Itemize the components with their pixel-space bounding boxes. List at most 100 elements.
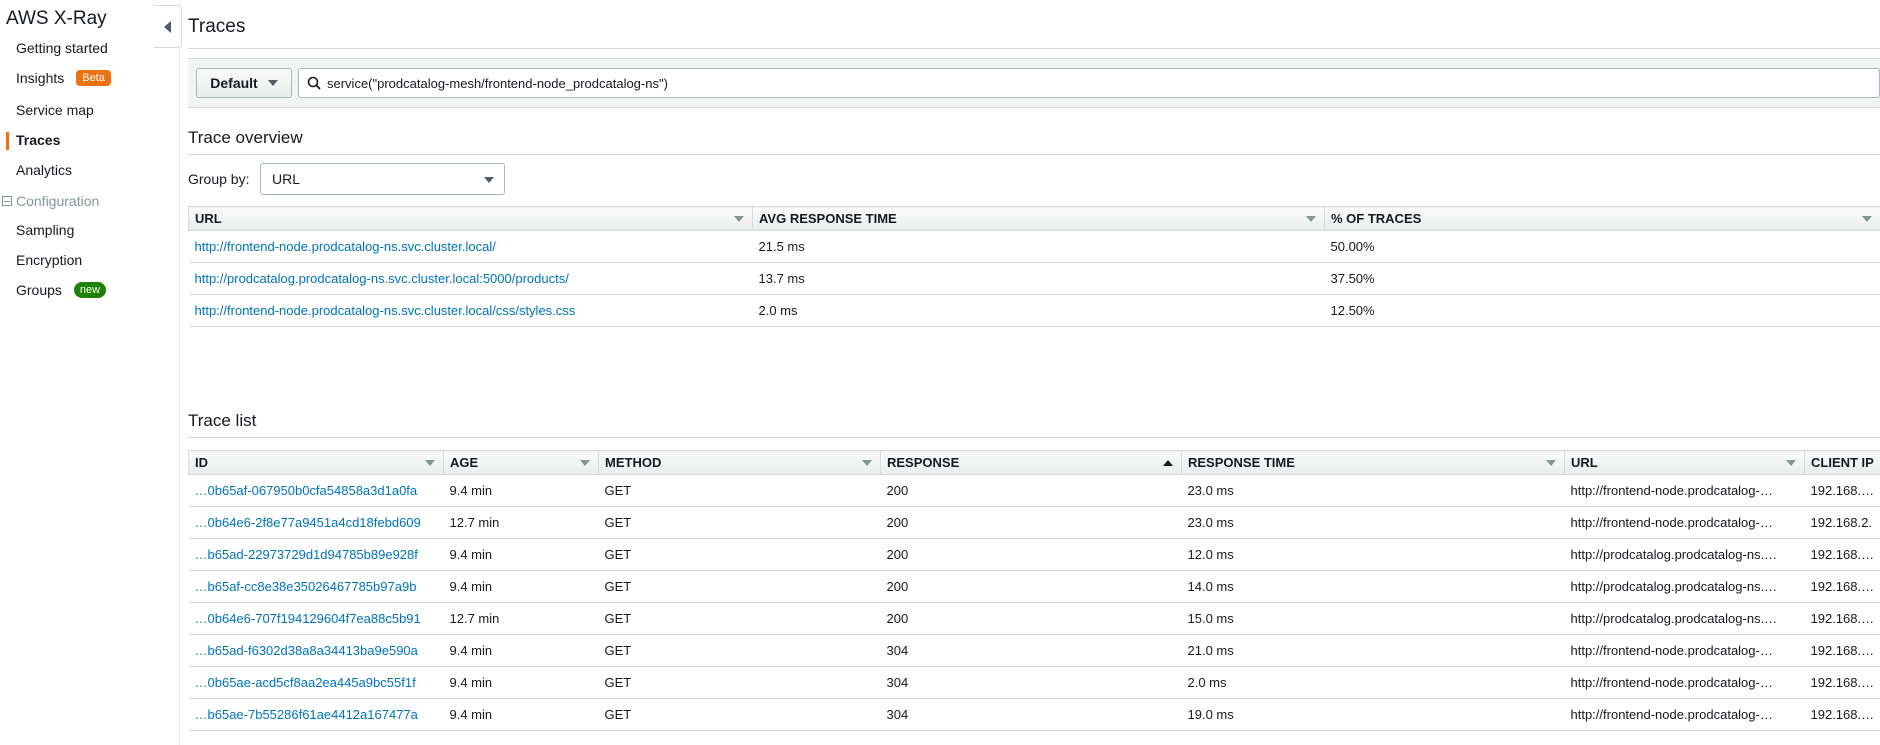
url: http://frontend-node.prodcatalog-… bbox=[1564, 506, 1805, 539]
method: GET bbox=[598, 634, 881, 667]
response-time: 19.0 ms bbox=[1181, 698, 1565, 731]
trace-overview-title: Trace overview bbox=[188, 128, 303, 147]
response: 200 bbox=[880, 570, 1182, 603]
sidebar-item-label: Service map bbox=[16, 102, 94, 118]
url-link[interactable]: http://frontend-node.prodcatalog-ns.svc.… bbox=[195, 303, 576, 318]
client-ip: 192.168.41 bbox=[1804, 570, 1880, 603]
url: http://prodcatalog.prodcatalog-ns.… bbox=[1564, 602, 1805, 635]
filter-expression-box[interactable] bbox=[298, 68, 1880, 98]
divider bbox=[188, 437, 1880, 438]
table-row: …b65af-cc8e38e35026467785b97a9b 9.4 min GE… bbox=[188, 570, 1880, 603]
sidebar-item-sampling[interactable]: Sampling bbox=[16, 222, 74, 238]
column-header-response-time[interactable]: RESPONSE TIME bbox=[1181, 450, 1565, 475]
filter-bar: Default bbox=[188, 58, 1880, 108]
table-row: …0b65ae-acd5cf8aa2ea445a9bc55f1f 9.4 min G… bbox=[188, 666, 1880, 699]
avg-response-time: 2.0 ms bbox=[752, 294, 1325, 327]
sidebar-item-getting-started[interactable]: Getting started bbox=[16, 40, 108, 56]
client-ip: 192.168.41 bbox=[1804, 602, 1880, 635]
sort-icon[interactable] bbox=[1306, 216, 1316, 222]
age: 9.4 min bbox=[443, 666, 599, 699]
group-dropdown-button[interactable]: Default bbox=[196, 68, 292, 98]
method: GET bbox=[598, 602, 881, 635]
client-ip: 192.168.2. bbox=[1804, 506, 1880, 539]
client-ip: 192.168.80 bbox=[1804, 474, 1880, 507]
client-ip: 192.168.80 bbox=[1804, 666, 1880, 699]
sidebar-item-label: Groups bbox=[16, 282, 62, 298]
table-header-row: ID AGE METHOD RESPONSE RESPONSE TIME URL… bbox=[188, 450, 1880, 475]
caret-down-icon bbox=[267, 80, 278, 86]
table-header-row: URL AVG RESPONSE TIME % OF TRACES bbox=[188, 206, 1880, 231]
method: GET bbox=[598, 698, 881, 731]
sidebar: AWS X-Ray Getting started Insights Beta … bbox=[0, 0, 180, 745]
trace-id-link[interactable]: …0b64e6-707f194129604f7ea88c5b91 bbox=[195, 611, 421, 626]
table-row: …0b65af-067950b0cfa54858a3d1a0fa 9.4 min G… bbox=[188, 474, 1880, 507]
trace-overview-table: URL AVG RESPONSE TIME % OF TRACES http:/… bbox=[188, 206, 1880, 327]
response-time: 2.0 ms bbox=[1181, 666, 1565, 699]
response-time: 23.0 ms bbox=[1181, 506, 1565, 539]
response: 200 bbox=[880, 602, 1182, 635]
trace-list-table: ID AGE METHOD RESPONSE RESPONSE TIME URL… bbox=[188, 450, 1880, 731]
page-title: Traces bbox=[188, 16, 246, 37]
sidebar-section-label: Configuration bbox=[16, 193, 100, 209]
client-ip: 192.168.80 bbox=[1804, 634, 1880, 667]
avg-response-time: 13.7 ms bbox=[752, 262, 1325, 295]
sidebar-item-label: Traces bbox=[16, 132, 61, 148]
response: 304 bbox=[880, 698, 1182, 731]
sidebar-section-configuration[interactable]: Configuration bbox=[2, 193, 99, 209]
column-header-id[interactable]: ID bbox=[188, 450, 444, 475]
column-header-response[interactable]: RESPONSE bbox=[880, 450, 1182, 475]
column-header-age[interactable]: AGE bbox=[443, 450, 599, 475]
sidebar-item-analytics[interactable]: Analytics bbox=[16, 162, 72, 178]
filter-expression-input[interactable] bbox=[327, 75, 1879, 91]
url: http://frontend-node.prodcatalog-… bbox=[1564, 698, 1805, 731]
trace-id-link[interactable]: …0b65af-067950b0cfa54858a3d1a0fa bbox=[195, 483, 418, 498]
table-row: …0b64e6-2f8e77a9451a4cd18febd609 12.7 min… bbox=[188, 506, 1880, 539]
column-header-percent-of-traces[interactable]: % OF TRACES bbox=[1324, 206, 1880, 231]
divider bbox=[188, 48, 1880, 49]
method: GET bbox=[598, 474, 881, 507]
column-header-avg-response-time[interactable]: AVG RESPONSE TIME bbox=[752, 206, 1325, 231]
group-dropdown-label: Default bbox=[210, 75, 258, 91]
trace-id-link[interactable]: …0b64e6-2f8e77a9451a4cd18febd609 bbox=[195, 515, 421, 530]
url-link[interactable]: http://prodcatalog.prodcatalog-ns.svc.cl… bbox=[195, 271, 569, 286]
table-row: …0b64e6-707f194129604f7ea88c5b91 12.7 min… bbox=[188, 602, 1880, 635]
trace-id-link[interactable]: …b65ad-f6302d38a8a34413ba9e590a bbox=[195, 643, 418, 658]
url: http://prodcatalog.prodcatalog-ns.… bbox=[1564, 538, 1805, 571]
sidebar-item-insights[interactable]: Insights Beta bbox=[16, 70, 111, 86]
collapse-sidebar-button[interactable] bbox=[154, 5, 182, 48]
trace-id-link[interactable]: …b65ae-7b55286f61ae4412a167477a bbox=[195, 707, 418, 722]
caret-down-icon bbox=[484, 177, 494, 183]
table-row: http://prodcatalog.prodcatalog-ns.svc.cl… bbox=[188, 262, 1880, 295]
beta-badge: Beta bbox=[76, 70, 111, 86]
url: http://frontend-node.prodcatalog-… bbox=[1564, 666, 1805, 699]
response-time: 14.0 ms bbox=[1181, 570, 1565, 603]
trace-id-link[interactable]: …b65af-cc8e38e35026467785b97a9b bbox=[195, 579, 417, 594]
sort-icon[interactable] bbox=[1546, 460, 1556, 466]
column-header-url[interactable]: URL bbox=[188, 206, 753, 231]
sort-icon[interactable] bbox=[734, 216, 744, 222]
column-header-client-ip[interactable]: CLIENT IP bbox=[1804, 450, 1880, 475]
column-header-url[interactable]: URL bbox=[1564, 450, 1805, 475]
sort-ascending-icon[interactable] bbox=[1163, 460, 1173, 466]
group-by-select[interactable]: URL bbox=[260, 163, 505, 195]
sidebar-item-label: Insights bbox=[16, 70, 65, 86]
sort-icon[interactable] bbox=[425, 460, 435, 466]
table-row: …b65ad-f6302d38a8a34413ba9e590a 9.4 min GE… bbox=[188, 634, 1880, 667]
sort-icon[interactable] bbox=[1862, 216, 1872, 222]
divider bbox=[188, 154, 1880, 155]
sidebar-item-service-map[interactable]: Service map bbox=[16, 102, 94, 118]
trace-id-link[interactable]: …0b65ae-acd5cf8aa2ea445a9bc55f1f bbox=[195, 675, 416, 690]
sort-icon[interactable] bbox=[862, 460, 872, 466]
column-header-method[interactable]: METHOD bbox=[598, 450, 881, 475]
trace-id-link[interactable]: …b65ad-22973729d1d94785b89e928f bbox=[195, 547, 418, 562]
sidebar-item-encryption[interactable]: Encryption bbox=[16, 252, 82, 268]
group-by-value: URL bbox=[272, 171, 301, 187]
sort-icon[interactable] bbox=[1786, 460, 1796, 466]
sidebar-item-traces[interactable]: Traces bbox=[16, 132, 60, 148]
method: GET bbox=[598, 666, 881, 699]
sort-icon[interactable] bbox=[580, 460, 590, 466]
sidebar-item-groups[interactable]: Groups new bbox=[16, 282, 107, 298]
table-row: http://frontend-node.prodcatalog-ns.svc.… bbox=[188, 230, 1880, 263]
url-link[interactable]: http://frontend-node.prodcatalog-ns.svc.… bbox=[195, 239, 496, 254]
trace-list-title: Trace list bbox=[188, 411, 257, 430]
